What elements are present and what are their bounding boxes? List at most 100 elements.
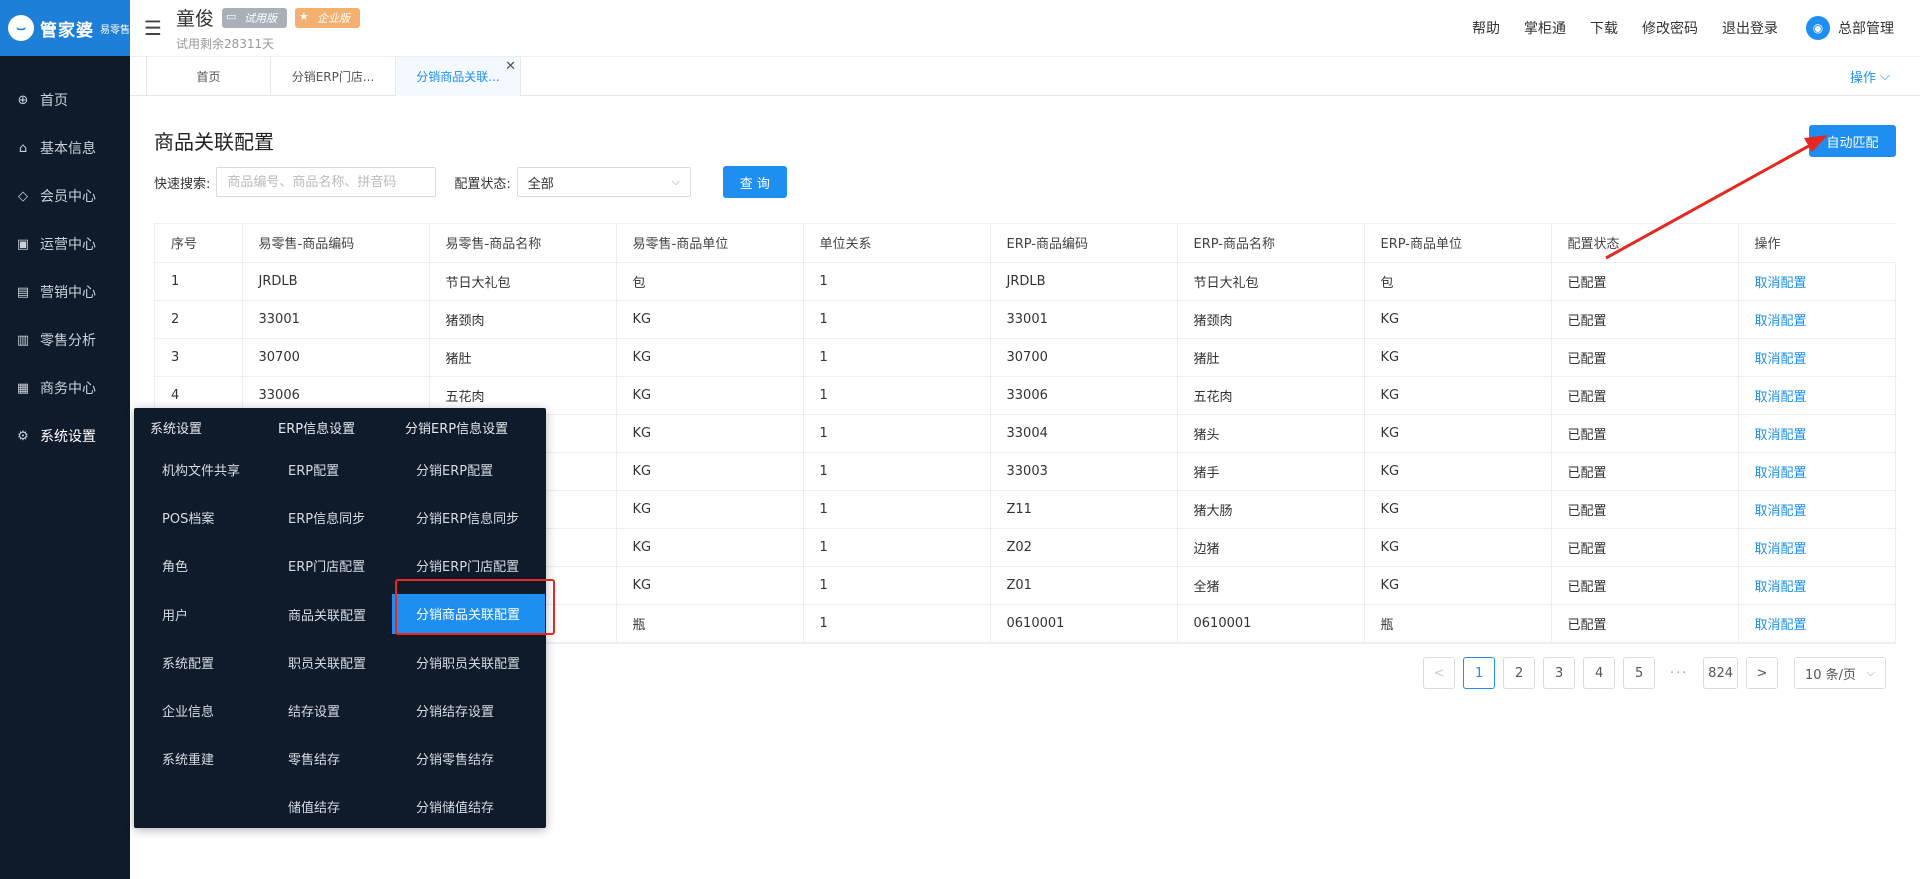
page-size-select[interactable]: 10 条/页 ⌵ [1794,657,1886,689]
tab-operations-label: 操作 [1849,70,1876,86]
table-cell: 33004 [990,414,1178,453]
sidebar-item-label: 基本信息 [40,141,96,157]
flyout-item[interactable]: 分销职员关联配置 [416,653,520,672]
auto-match-button[interactable]: 自动匹配 [1809,125,1896,157]
flyout-item[interactable]: 商品关联配置 [288,605,366,624]
flyout-item[interactable]: 分销储值结存 [416,797,494,816]
trial-remaining: 试用剩余28311天 [176,37,275,51]
flyout-item[interactable]: 分销商品关联配置 [392,593,545,634]
table-cell: KG [616,566,804,605]
table-cell: KG [1364,300,1552,339]
cancel-config-link[interactable]: 取消配置 [1738,604,1897,643]
flyout-item[interactable]: 用户 [162,605,188,624]
close-icon[interactable]: ✕ [505,59,516,74]
page-2-button[interactable]: 2 [1503,657,1536,689]
cancel-config-link[interactable]: 取消配置 [1738,300,1897,339]
trial-badge-label: 试用版 [244,11,278,25]
zhanggui-link[interactable]: 掌柜通 [1512,18,1578,38]
next-page-button[interactable]: > [1746,657,1778,689]
cancel-config-link[interactable]: 取消配置 [1738,376,1897,415]
flyout-item[interactable]: ERP配置 [288,460,339,479]
flyout-item[interactable]: 系统配置 [162,653,214,672]
user-block: 童俊 ▭ 试用版 ★ 企业版 试用剩余28311天 [176,4,361,52]
page-4-button[interactable]: 4 [1583,657,1616,689]
cancel-config-link[interactable]: 取消配置 [1738,490,1897,529]
flyout-item[interactable]: 结存设置 [288,701,340,720]
sidebar-item-2[interactable]: ◇ 会员中心 [0,172,130,220]
page-5-button[interactable]: 5 [1623,657,1656,689]
table-row: 1 JRDLB 节日大礼包包 1 JRDLB 节日大礼包包已配置 取消配置 [155,262,1897,301]
sidebar-item-label: 商务中心 [40,381,96,397]
menu-toggle-icon[interactable]: ☰ [130,16,176,40]
cancel-config-link[interactable]: 取消配置 [1738,414,1897,453]
column-header: 易零售-商品编码 [242,224,430,263]
page-1-button[interactable]: 1 [1463,657,1496,689]
flyout-item[interactable]: ERP门店配置 [288,556,365,575]
prev-page-button[interactable]: < [1423,657,1456,689]
flyout-item[interactable]: 机构文件共享 [162,460,240,479]
cancel-config-link[interactable]: 取消配置 [1738,338,1897,377]
cancel-config-link[interactable]: 取消配置 [1738,566,1897,605]
table-cell: KG [616,414,804,453]
logo[interactable]: ⌣ 管家婆 易零售 [0,0,130,56]
table-cell: 猪大肠 [1177,490,1365,529]
pagination-ellipsis[interactable]: ··· [1663,666,1695,681]
table-cell: 1 [803,262,991,301]
briefcase-icon: ▦ [16,380,30,396]
table-cell: 猪肚 [429,338,617,377]
sidebar-item-7[interactable]: ⚙ 系统设置 [0,412,130,460]
sidebar-item-6[interactable]: ▦ 商务中心 [0,364,130,412]
flyout-item[interactable]: 分销零售结存 [416,749,494,768]
cancel-config-link[interactable]: 取消配置 [1738,528,1897,567]
help-link[interactable]: 帮助 [1460,18,1512,38]
flyout-item[interactable]: 角色 [162,556,188,575]
sidebar-item-3[interactable]: ▣ 运营中心 [0,220,130,268]
table-cell: 1 [803,376,991,415]
flyout-head-system: 系统设置 [150,422,203,437]
column-header: ERP-商品编码 [990,224,1178,263]
sidebar-item-4[interactable]: ▤ 营销中心 [0,268,130,316]
enterprise-badge: ★ 企业版 [295,7,361,28]
flyout-item[interactable]: 分销ERP门店配置 [416,556,519,575]
page-3-button[interactable]: 3 [1543,657,1576,689]
flyout-item[interactable]: ERP信息同步 [288,508,365,527]
flyout-item[interactable]: 分销ERP配置 [416,460,493,479]
sidebar-item-label: 系统设置 [40,429,96,445]
flyout-item[interactable]: 系统重建 [162,749,214,768]
logo-subtitle: 易零售 [100,24,130,36]
status-select[interactable]: 全部 ⌵ [516,167,691,197]
tab-home[interactable]: 首页 [146,57,271,96]
diamond-icon: ◇ [18,188,28,204]
flyout-item[interactable]: 分销结存设置 [416,701,494,720]
sidebar-item-0[interactable]: ⊕ 首页 [0,76,130,124]
search-input[interactable] [216,167,437,197]
table-cell: 已配置 [1551,300,1739,339]
table-cell: 猪头 [1177,414,1365,453]
logout-link[interactable]: 退出登录 [1710,18,1790,38]
tab-operations-menu[interactable]: 操作 ⌵ [1850,57,1920,95]
admin-menu[interactable]: ◉ 总部管理 [1790,16,1920,40]
download-link[interactable]: 下载 [1578,18,1630,38]
flyout-item[interactable]: 企业信息 [162,701,214,720]
sidebar-item-5[interactable]: ▥ 零售分析 [0,316,130,364]
tab-distribution-erp-store[interactable]: 分销ERP门店... [271,57,396,96]
flyout-item[interactable]: 零售结存 [288,749,340,768]
flyout-item[interactable]: POS档案 [162,508,214,527]
last-page-button[interactable]: 824 [1703,657,1738,689]
tab-distribution-product-link[interactable]: 分销商品关联... ✕ [396,57,521,96]
table-cell: 瓶 [616,604,804,643]
table-cell: 已配置 [1551,338,1739,377]
query-button[interactable]: 查 询 [722,166,787,198]
table-cell: 已配置 [1551,262,1739,301]
change-password-link[interactable]: 修改密码 [1630,18,1710,38]
table-cell: 猪颈肉 [429,300,617,339]
table-cell: JRDLB [990,262,1178,301]
sidebar-item-1[interactable]: ⌂ 基本信息 [0,124,130,172]
flyout-item[interactable]: 储值结存 [288,797,340,816]
table-cell: JRDLB [242,262,430,301]
system-settings-flyout: 系统设置 ERP信息设置 分销ERP信息设置 机构文件共享 POS档案 角色 用户 系统… [134,408,546,828]
cancel-config-link[interactable]: 取消配置 [1738,452,1897,491]
flyout-item[interactable]: 分销ERP信息同步 [416,508,519,527]
cancel-config-link[interactable]: 取消配置 [1738,262,1897,301]
flyout-item[interactable]: 职员关联配置 [288,653,366,672]
